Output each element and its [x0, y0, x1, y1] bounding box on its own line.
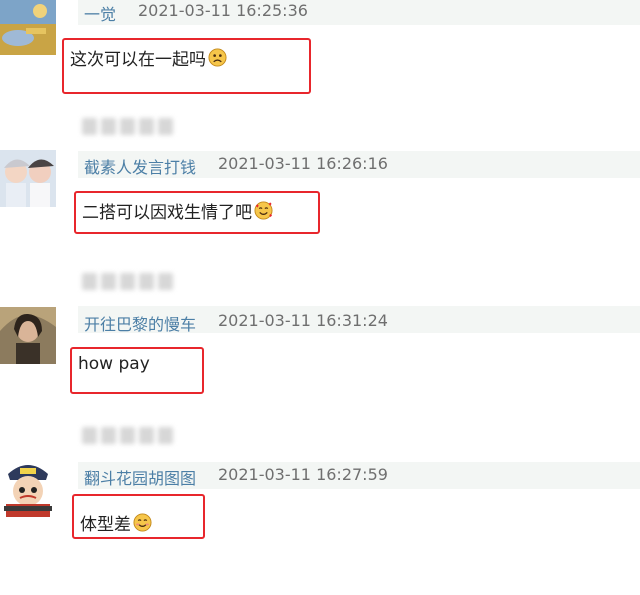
- comment-item: 截素人发言打钱 2021-03-11 16:26:16 二搭可以因戏生情了吧: [0, 150, 640, 290]
- username[interactable]: 翻斗花园胡图图: [84, 465, 196, 489]
- smiling-face-emoji: [133, 513, 152, 532]
- username[interactable]: 开往巴黎的慢车: [84, 311, 196, 335]
- blurred-reply: [82, 118, 177, 135]
- comment-item: 翻斗花园胡图图 2021-03-11 16:27:59 体型差: [0, 460, 640, 595]
- avatar[interactable]: [0, 460, 56, 517]
- smiling-hearts-face-emoji: [254, 201, 273, 220]
- comment-text-row: 二搭可以因戏生情了吧: [82, 198, 273, 223]
- comment-item: 开往巴黎的慢车 2021-03-11 16:31:24 how pay: [0, 306, 640, 444]
- comment-item: 一觉 2021-03-11 16:25:36 这次可以在一起吗: [0, 0, 640, 135]
- avatar[interactable]: [0, 0, 56, 55]
- timestamp: 2021-03-11 16:25:36: [138, 1, 308, 20]
- blurred-reply: [82, 273, 177, 290]
- frown-face-emoji: [208, 48, 227, 67]
- timestamp: 2021-03-11 16:27:59: [218, 465, 388, 484]
- blurred-reply: [82, 427, 177, 444]
- comment-text-row: 体型差: [80, 510, 152, 535]
- comment-text: 二搭可以因戏生情了吧: [82, 203, 252, 223]
- comment-text: 体型差: [80, 515, 131, 535]
- comment-text: 这次可以在一起吗: [70, 50, 206, 70]
- avatar[interactable]: [0, 307, 56, 364]
- highlighted-comment-box: how pay: [70, 347, 204, 394]
- timestamp: 2021-03-11 16:31:24: [218, 311, 388, 330]
- comment-text-row: how pay: [78, 354, 150, 374]
- username[interactable]: 一觉: [84, 1, 116, 25]
- username[interactable]: 截素人发言打钱: [84, 154, 196, 178]
- avatar[interactable]: [0, 150, 56, 207]
- comment-text-row: 这次可以在一起吗: [70, 45, 227, 70]
- highlighted-comment-box: 体型差: [72, 494, 205, 539]
- highlighted-comment-box: 这次可以在一起吗: [62, 38, 311, 94]
- comment-text: how pay: [78, 354, 150, 374]
- timestamp: 2021-03-11 16:26:16: [218, 154, 388, 173]
- highlighted-comment-box: 二搭可以因戏生情了吧: [74, 191, 320, 234]
